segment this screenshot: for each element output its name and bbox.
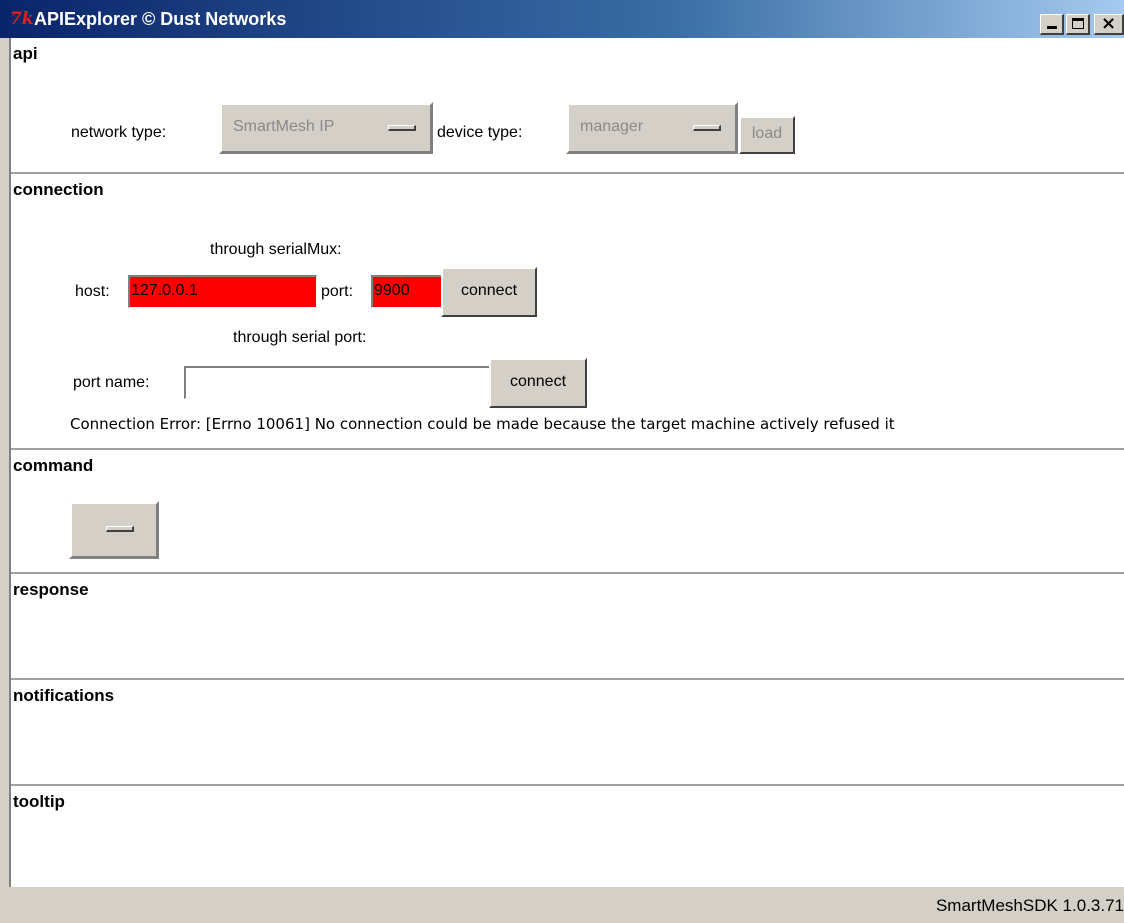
window-title: APIExplorer © Dust Networks <box>34 9 287 29</box>
device-type-select[interactable]: manager <box>566 102 738 154</box>
client-area: api network type: SmartMesh IP device ty… <box>9 38 1124 887</box>
network-type-select[interactable]: SmartMesh IP <box>219 102 433 154</box>
port-name-input[interactable] <box>184 366 491 399</box>
load-button[interactable]: load <box>739 116 795 154</box>
host-input[interactable]: 127.0.0.1 <box>128 275 317 308</box>
connection-frame: connection through serialMux: host: 127.… <box>11 174 1124 450</box>
host-label: host: <box>75 283 110 300</box>
port-input[interactable]: 9900 <box>371 275 442 308</box>
serialmux-connect-button[interactable]: connect <box>441 267 537 317</box>
close-button[interactable]: × <box>1094 14 1124 35</box>
minimize-icon <box>1047 26 1057 29</box>
sdk-version: SmartMeshSDK 1.0.3.71 <box>935 896 1124 915</box>
tk-feather-icon: 7k <box>10 9 34 29</box>
serial-port-heading: through serial port: <box>233 329 367 346</box>
tooltip-frame: tooltip <box>11 786 1124 887</box>
api-frame-title: api <box>13 44 38 63</box>
api-frame: api network type: SmartMesh IP device ty… <box>11 38 1124 174</box>
command-select[interactable] <box>69 501 159 559</box>
status-bar: SmartMeshSDK 1.0.3.71 <box>0 887 1124 923</box>
dropdown-indicator-icon <box>693 125 721 131</box>
minimize-button[interactable] <box>1040 14 1064 35</box>
response-frame: response <box>11 574 1124 680</box>
dropdown-indicator-icon <box>388 125 416 131</box>
network-type-value: SmartMesh IP <box>233 118 335 135</box>
window-titlebar[interactable]: 7k APIExplorer © Dust Networks × <box>0 0 1124 38</box>
notifications-frame-title: notifications <box>13 686 115 705</box>
close-icon: × <box>1101 13 1117 34</box>
serialmux-heading: through serialMux: <box>210 241 342 258</box>
port-label: port: <box>321 283 354 300</box>
connection-frame-title: connection <box>13 180 104 199</box>
port-name-label: port name: <box>73 374 150 391</box>
maximize-icon <box>1072 18 1084 29</box>
device-type-value: manager <box>580 118 644 135</box>
network-type-label: network type: <box>71 124 167 141</box>
command-frame-title: command <box>13 456 94 475</box>
device-type-label: device type: <box>437 124 523 141</box>
serial-connect-button[interactable]: connect <box>489 358 587 408</box>
dropdown-indicator-icon <box>106 526 134 532</box>
tooltip-frame-title: tooltip <box>13 792 65 811</box>
connection-error-text: Connection Error: [Errno 10061] No conne… <box>70 415 895 433</box>
maximize-button[interactable] <box>1066 14 1090 35</box>
response-frame-title: response <box>13 580 89 599</box>
notifications-frame: notifications <box>11 680 1124 786</box>
command-frame: command <box>11 450 1124 574</box>
